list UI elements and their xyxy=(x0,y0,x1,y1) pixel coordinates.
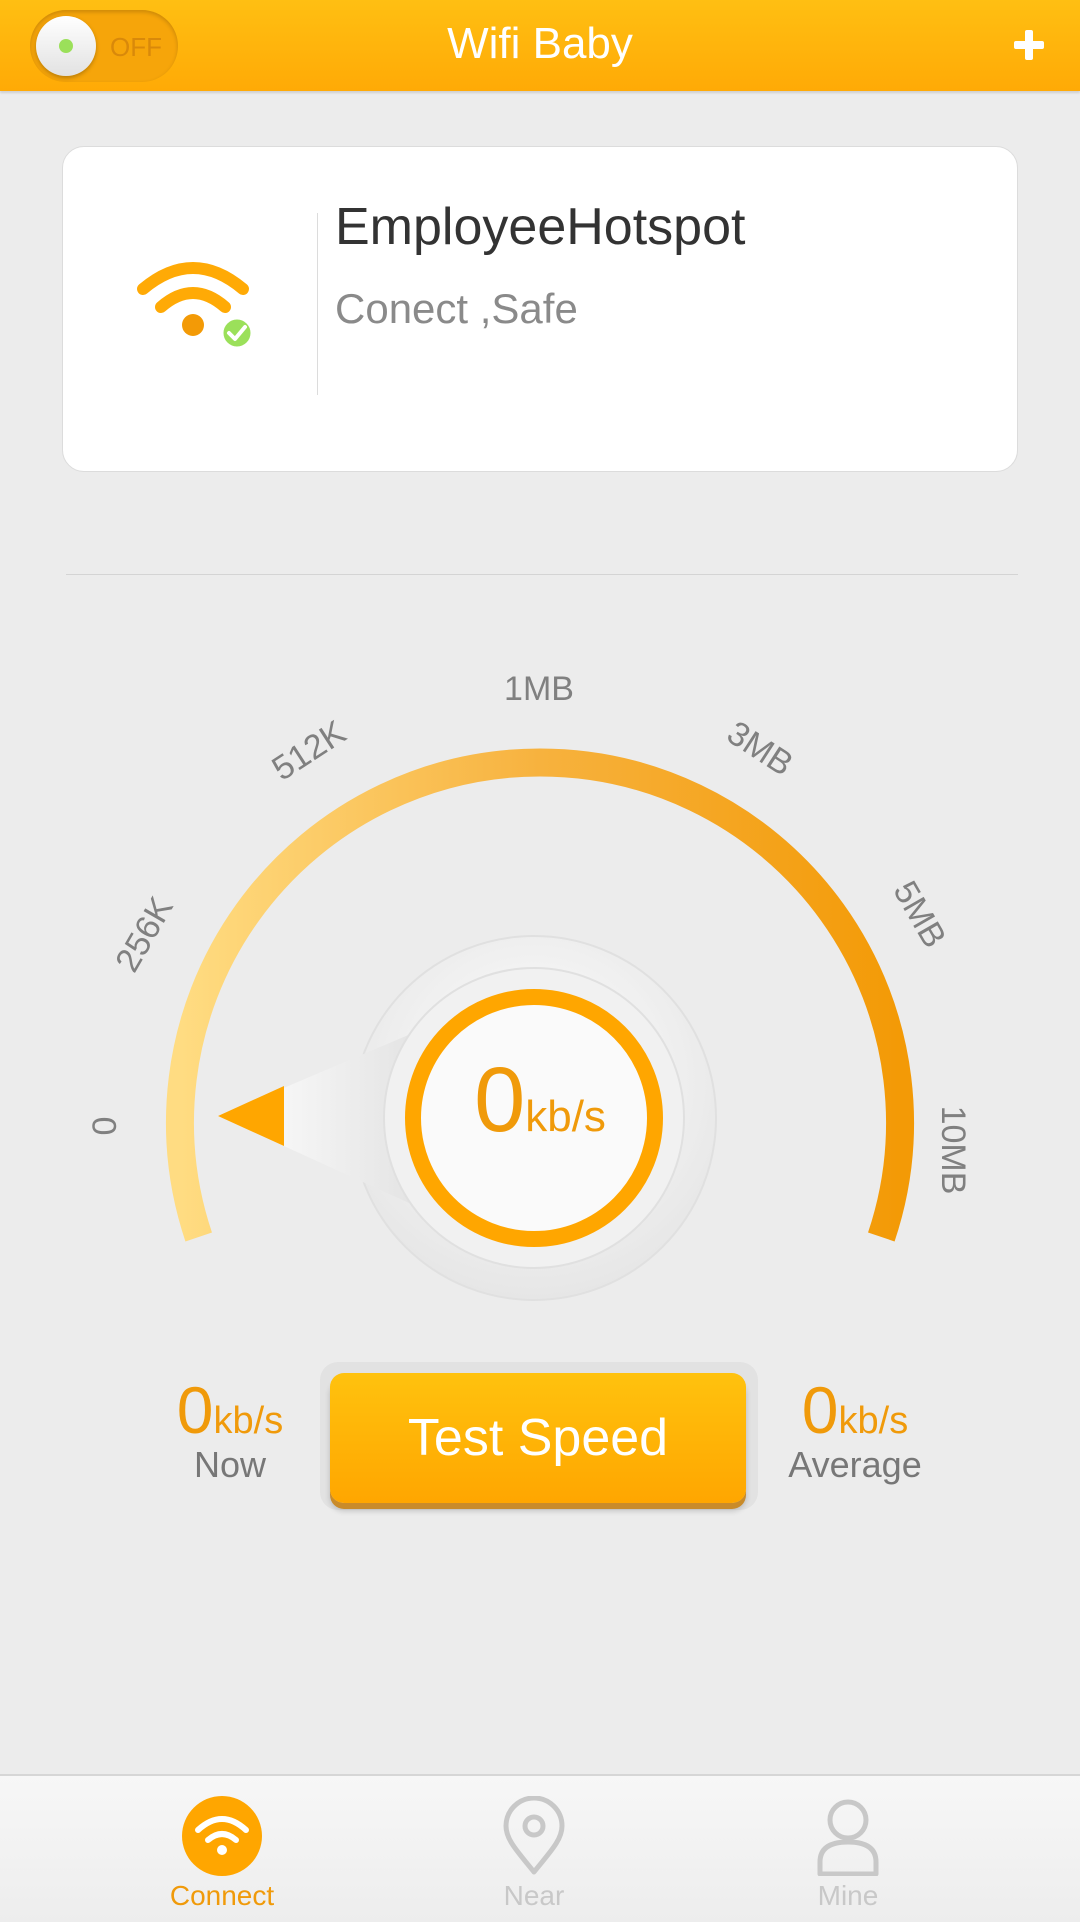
scale-label-5mb: 5MB xyxy=(886,875,954,955)
network-card[interactable]: EmployeeHotspot Conect ,Safe xyxy=(62,146,1018,472)
nav-item-mine[interactable]: Mine xyxy=(748,1776,948,1922)
current-speed: 0kb/s xyxy=(0,1048,1080,1153)
now-stat: 0kb/s Now xyxy=(150,1372,310,1486)
scale-label-3mb: 3MB xyxy=(720,714,799,784)
scale-label-1mb: 1MB xyxy=(504,670,574,708)
average-unit: kb/s xyxy=(838,1400,909,1442)
network-name: EmployeeHotspot xyxy=(335,198,746,256)
plus-icon[interactable] xyxy=(1006,22,1052,68)
nav-item-near[interactable]: Near xyxy=(434,1776,634,1922)
speed-gauge: 0 256K 512K 1MB 3MB 5MB 10MB xyxy=(86,670,972,1301)
current-speed-unit: kb/s xyxy=(525,1092,606,1141)
network-status: Conect ,Safe xyxy=(335,285,578,332)
scale-label-512k: 512K xyxy=(265,713,353,788)
user-icon xyxy=(808,1796,888,1877)
wifi-connected-icon xyxy=(137,253,257,353)
scale-label-256k: 256K xyxy=(108,890,181,978)
now-unit: kb/s xyxy=(213,1400,284,1442)
card-divider xyxy=(317,213,318,395)
app-title: Wifi Baby xyxy=(447,19,633,68)
header-bar: OFF Wifi Baby xyxy=(0,0,1080,91)
nav-item-connect[interactable]: Connect xyxy=(122,1776,322,1922)
plus-icon-graphic xyxy=(1014,30,1044,60)
current-speed-value: 0 xyxy=(474,1049,526,1151)
location-pin-icon xyxy=(494,1795,574,1876)
now-label: Now xyxy=(193,1444,267,1485)
nav-label-near: Near xyxy=(503,1880,565,1911)
nav-label-mine: Mine xyxy=(817,1880,879,1911)
nav-label-connect: Connect xyxy=(169,1880,275,1911)
average-label: Average xyxy=(788,1444,922,1485)
now-value: 0 xyxy=(176,1373,214,1447)
average-stat: 0kb/s Average xyxy=(770,1372,940,1486)
section-divider xyxy=(66,574,1018,575)
wifi-icon xyxy=(182,1796,262,1876)
test-speed-button[interactable]: Test Speed xyxy=(330,1373,746,1503)
average-value: 0 xyxy=(801,1373,839,1447)
bottom-nav: Connect Near Mine xyxy=(0,1774,1080,1922)
